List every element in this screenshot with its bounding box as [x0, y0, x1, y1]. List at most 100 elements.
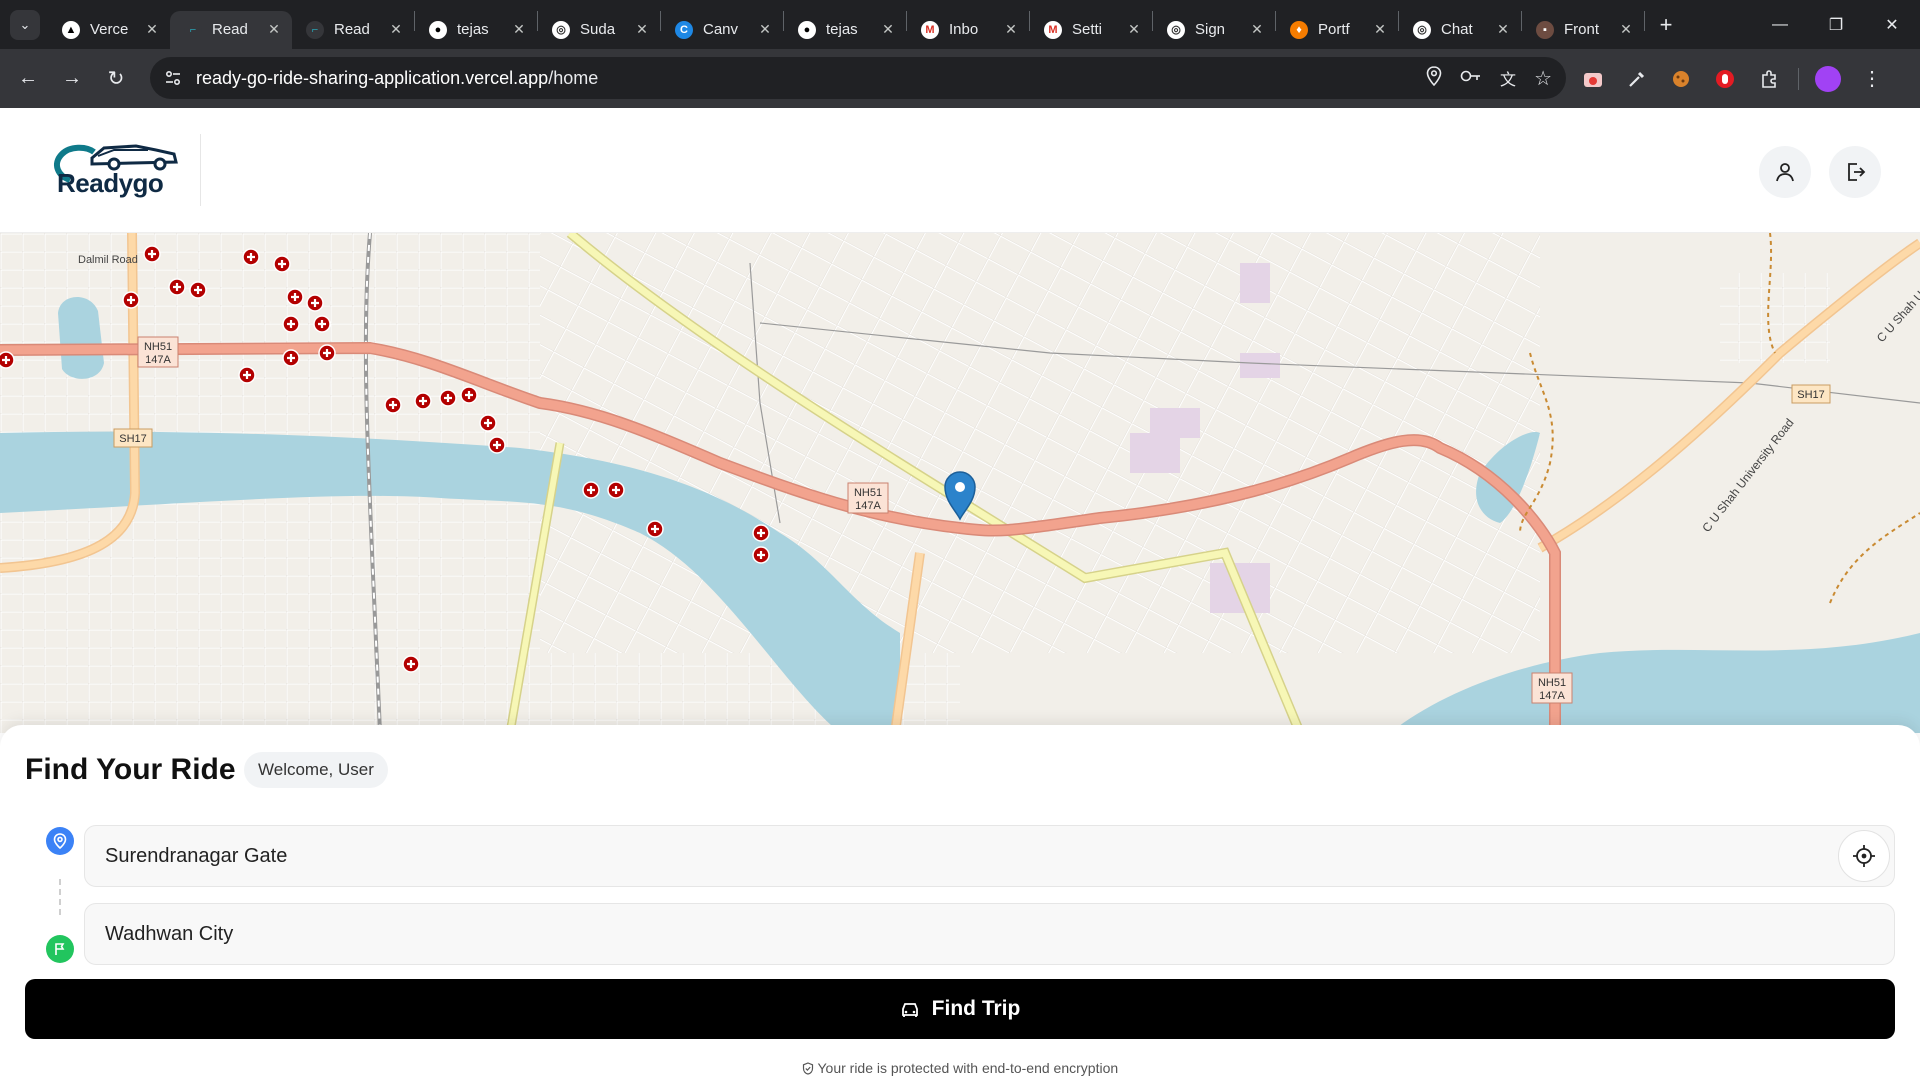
- browser-tab[interactable]: ◎ Suda ✕: [538, 11, 660, 49]
- hospital-icon[interactable]: [582, 481, 600, 499]
- eyedropper-icon[interactable]: [1622, 64, 1652, 94]
- hospital-icon[interactable]: [0, 351, 15, 369]
- forward-button[interactable]: →: [52, 59, 92, 99]
- sh17-right-text: SH17: [1797, 389, 1825, 401]
- hospital-icon[interactable]: [479, 414, 497, 432]
- browser-tab[interactable]: M Inbo ✕: [907, 11, 1029, 49]
- site-info-button[interactable]: [156, 61, 190, 95]
- tab-title: Suda: [580, 21, 616, 38]
- browser-tab[interactable]: ◎ Chat ✕: [1399, 11, 1521, 49]
- hospital-icon[interactable]: [318, 344, 336, 362]
- translate-icon[interactable]: ⽂: [1500, 66, 1516, 90]
- back-button[interactable]: ←: [8, 59, 48, 99]
- hospital-icon[interactable]: [414, 392, 432, 410]
- pickup-field[interactable]: [84, 825, 1895, 887]
- restore-icon: ❐: [1828, 16, 1844, 34]
- browser-menu-button[interactable]: ⋮: [1857, 64, 1887, 94]
- tab-close-icon[interactable]: ✕: [1618, 21, 1634, 38]
- hospital-icon[interactable]: [384, 396, 402, 414]
- nh-top-line2: 147A: [145, 354, 171, 366]
- location-icon[interactable]: [1426, 65, 1442, 91]
- hospital-icon[interactable]: [752, 546, 770, 564]
- tab-close-icon[interactable]: ✕: [511, 21, 527, 38]
- address-bar[interactable]: ready-go-ride-sharing-application.vercel…: [150, 57, 1566, 99]
- location-pin-icon: [53, 833, 67, 849]
- panel-title: Find Your Ride: [25, 753, 236, 786]
- pickup-input[interactable]: [105, 844, 1874, 868]
- profile-icon: [1815, 65, 1841, 92]
- browser-tab[interactable]: ● tejas ✕: [784, 11, 906, 49]
- profile-button[interactable]: [1759, 146, 1811, 198]
- destination-field[interactable]: [84, 903, 1895, 965]
- tab-close-icon[interactable]: ✕: [1495, 21, 1511, 38]
- hospital-icon[interactable]: [273, 255, 291, 273]
- reload-button[interactable]: ↻: [96, 59, 136, 99]
- tab-close-icon[interactable]: ✕: [1003, 21, 1019, 38]
- tab-close-icon[interactable]: ✕: [1126, 21, 1142, 38]
- tab-close-icon[interactable]: ✕: [880, 21, 896, 38]
- browser-tab[interactable]: C Canv ✕: [661, 11, 783, 49]
- extension-icon-1[interactable]: [1578, 64, 1608, 94]
- hospital-icon[interactable]: [282, 349, 300, 367]
- tab-title: Inbo: [949, 21, 979, 38]
- browser-tab[interactable]: ● tejas ✕: [415, 11, 537, 49]
- hospital-icon[interactable]: [242, 248, 260, 266]
- map-view[interactable]: NH51 147A NH51 147A NH51 147A SH17 SH17 …: [0, 233, 1920, 733]
- browser-tab[interactable]: ▲ Verce ✕: [48, 11, 170, 49]
- app-header: Readygo: [0, 108, 1920, 233]
- browser-tab[interactable]: ▪ Front ✕: [1522, 11, 1644, 49]
- tab-close-icon[interactable]: ✕: [144, 21, 160, 38]
- tab-close-icon[interactable]: ✕: [266, 21, 282, 38]
- browser-tab[interactable]: ♦ Portf ✕: [1276, 11, 1398, 49]
- profile-avatar[interactable]: [1813, 64, 1843, 94]
- hospital-icon[interactable]: [402, 655, 420, 673]
- hospital-icon[interactable]: [122, 291, 140, 309]
- tune-icon: [165, 70, 181, 86]
- restore-button[interactable]: ❐: [1808, 0, 1864, 49]
- hospital-icon[interactable]: [439, 389, 457, 407]
- hospital-icon[interactable]: [646, 520, 664, 538]
- tab-title: Canv: [703, 21, 739, 38]
- new-tab-button[interactable]: +: [1651, 10, 1681, 40]
- tab-close-icon[interactable]: ✕: [1372, 21, 1388, 38]
- hospital-icon[interactable]: [306, 294, 324, 312]
- hand-stop-icon[interactable]: [1710, 64, 1740, 94]
- hospital-icon[interactable]: [168, 278, 186, 296]
- hospital-icon[interactable]: [460, 386, 478, 404]
- hospital-icon[interactable]: [286, 288, 304, 306]
- toolbar-divider: [1798, 67, 1799, 90]
- hospital-icon[interactable]: [189, 281, 207, 299]
- find-trip-button[interactable]: Find Trip: [25, 979, 1895, 1039]
- hospital-icon[interactable]: [143, 245, 161, 263]
- map-canvas[interactable]: NH51 147A NH51 147A NH51 147A SH17 SH17 …: [0, 233, 1920, 733]
- tab-search-button[interactable]: ⌄: [10, 9, 40, 40]
- tab-close-icon[interactable]: ✕: [757, 21, 773, 38]
- tab-close-icon[interactable]: ✕: [388, 21, 404, 38]
- crosshair-icon: [1853, 845, 1875, 867]
- logout-button[interactable]: [1829, 146, 1881, 198]
- cookie-icon[interactable]: [1666, 64, 1696, 94]
- puzzle-icon[interactable]: [1754, 64, 1784, 94]
- password-key-icon[interactable]: [1460, 68, 1482, 89]
- nh-mid-line2: 147A: [855, 500, 881, 512]
- hospital-icon[interactable]: [607, 481, 625, 499]
- tab-close-icon[interactable]: ✕: [1249, 21, 1265, 38]
- browser-tab[interactable]: ◎ Sign ✕: [1153, 11, 1275, 49]
- browser-tab[interactable]: ⌐ Read ✕: [170, 10, 292, 49]
- landuse-pink-5: [1240, 263, 1270, 303]
- minimize-button[interactable]: —: [1752, 0, 1808, 49]
- url-text[interactable]: ready-go-ride-sharing-application.vercel…: [196, 68, 598, 89]
- tab-close-icon[interactable]: ✕: [634, 21, 650, 38]
- hospital-icon[interactable]: [238, 366, 256, 384]
- hospital-icon[interactable]: [282, 315, 300, 333]
- welcome-badge: Welcome, User: [244, 752, 388, 788]
- hospital-icon[interactable]: [488, 436, 506, 454]
- destination-input[interactable]: [105, 922, 1874, 946]
- close-window-button[interactable]: ✕: [1864, 0, 1920, 49]
- browser-tab[interactable]: ⌐ Read ✕: [292, 11, 414, 49]
- hospital-icon[interactable]: [313, 315, 331, 333]
- bookmark-star-icon[interactable]: ☆: [1534, 66, 1552, 91]
- use-current-location-button[interactable]: [1838, 830, 1890, 882]
- browser-tab[interactable]: M Setti ✕: [1030, 11, 1152, 49]
- hospital-icon[interactable]: [752, 524, 770, 542]
